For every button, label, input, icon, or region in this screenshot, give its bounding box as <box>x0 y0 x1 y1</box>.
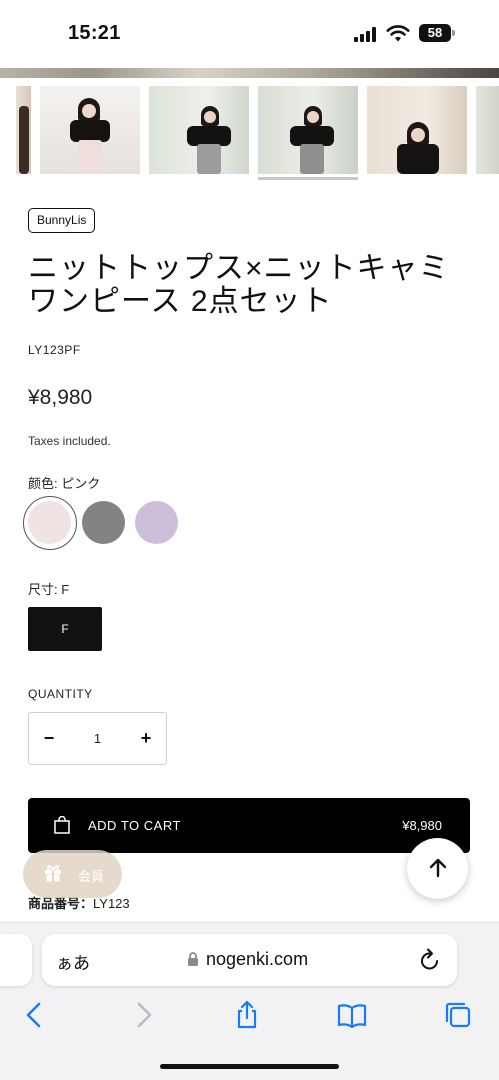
quantity-label: QUANTITY <box>28 687 93 701</box>
lock-icon <box>188 952 198 966</box>
quantity-decrease-button[interactable]: − <box>29 713 69 764</box>
quantity-value[interactable]: 1 <box>74 713 121 764</box>
quantity-stepper: − 1 + <box>28 712 167 765</box>
size-option-f[interactable]: F <box>28 607 102 651</box>
product-number-label: 商品番号： <box>28 896 94 911</box>
thumbnail-active-indicator <box>258 177 358 180</box>
share-icon[interactable] <box>232 1000 262 1030</box>
color-swatch-gray[interactable] <box>82 501 125 544</box>
cellular-signal-icon <box>354 27 378 42</box>
back-to-top-button[interactable] <box>407 838 468 899</box>
thumbnail-carousel[interactable] <box>0 86 499 180</box>
battery-level: 58 <box>419 24 451 42</box>
add-to-cart-price: ¥8,980 <box>402 818 442 833</box>
url-text: nogenki.com <box>206 949 309 969</box>
gift-icon <box>45 865 61 882</box>
thumbnail-image[interactable] <box>16 86 31 174</box>
product-price: ¥8,980 <box>28 386 93 409</box>
status-time: 15:21 <box>68 22 121 44</box>
add-to-cart-button[interactable]: ADD TO CART ¥8,980 <box>28 798 470 853</box>
home-indicator <box>160 1064 339 1069</box>
thumbnail-image[interactable] <box>258 86 358 174</box>
taxes-note: Taxes included. <box>28 434 111 448</box>
address-bar[interactable]: ぁあ nogenki.com <box>42 934 457 986</box>
product-sku: LY123PF <box>28 343 81 357</box>
member-label: 会員 <box>78 869 105 884</box>
forward-icon[interactable] <box>128 1000 158 1030</box>
color-label: 颜色: ピンク <box>28 476 101 491</box>
thumbnail-image[interactable] <box>149 86 249 174</box>
back-icon[interactable] <box>20 1000 50 1030</box>
tabs-icon[interactable] <box>443 1000 473 1030</box>
product-title: ニットトップス×ニットキャミワンピース 2点セット <box>28 252 450 318</box>
page-settings-button[interactable]: ぁあ <box>56 949 90 974</box>
thumbnail-image[interactable] <box>40 86 140 174</box>
product-number-value: LY123 <box>93 896 130 911</box>
status-bar: 15:21 58 <box>0 0 499 68</box>
thumbnail-image[interactable] <box>476 86 499 174</box>
size-label: 尺寸: F <box>28 582 70 597</box>
color-swatch-pink[interactable] <box>28 501 71 544</box>
battery-icon: 58 <box>419 24 455 42</box>
vendor-badge[interactable]: BunnyLis <box>28 208 96 233</box>
previous-tab-card[interactable] <box>0 934 32 986</box>
quantity-increase-button[interactable]: + <box>126 713 166 764</box>
member-button[interactable]: 会員 <box>23 850 122 898</box>
reload-icon[interactable] <box>419 948 441 972</box>
main-product-image[interactable] <box>0 68 499 78</box>
thumbnail-image[interactable] <box>367 86 467 174</box>
add-to-cart-label: ADD TO CART <box>88 818 181 833</box>
shopping-bag-icon <box>54 816 70 834</box>
arrow-up-icon <box>429 858 447 878</box>
wifi-icon <box>386 25 410 42</box>
bookmarks-icon[interactable] <box>337 1000 367 1030</box>
color-swatch-lavender[interactable] <box>135 501 178 544</box>
